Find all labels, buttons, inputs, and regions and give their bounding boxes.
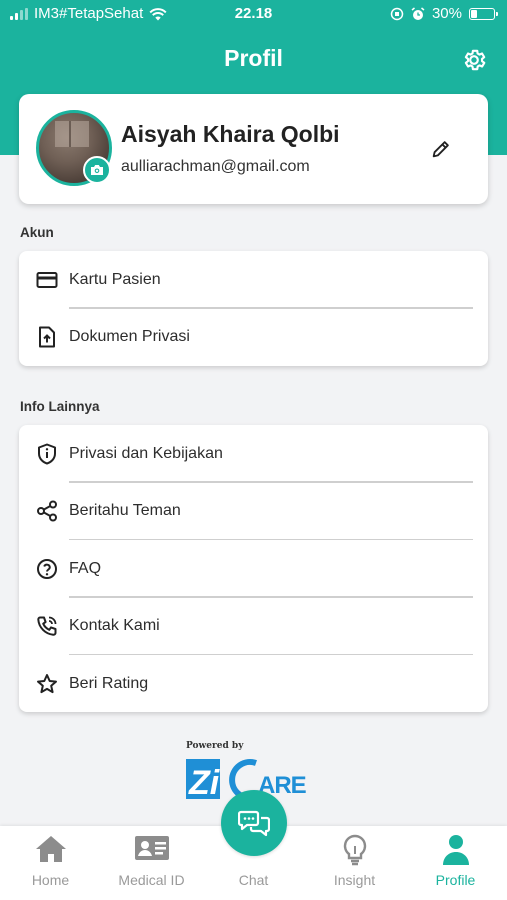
nav-label: Home xyxy=(31,872,70,888)
battery-fill xyxy=(471,9,477,18)
alarm-icon xyxy=(411,6,425,20)
nav-item-medical-id[interactable]: Medical ID xyxy=(101,826,202,900)
menu-item-beri-rating[interactable]: Beri Rating xyxy=(19,655,488,713)
nav-label: Chat xyxy=(238,872,269,888)
camera-icon xyxy=(91,165,103,175)
avatar-photo-detail xyxy=(69,121,71,147)
phone-call-icon xyxy=(36,615,58,637)
id-card-icon xyxy=(134,836,169,860)
pencil-icon[interactable] xyxy=(430,138,452,160)
status-icons: 30% xyxy=(390,5,498,22)
avatar-photo-detail xyxy=(55,121,89,147)
chat-button[interactable] xyxy=(221,790,287,856)
menu-item-label: Beri Rating xyxy=(69,674,149,692)
help-circle-icon xyxy=(36,558,58,580)
change-photo-button[interactable] xyxy=(83,156,111,184)
person-icon xyxy=(442,835,469,865)
menu-item-label: Kontak Kami xyxy=(69,617,160,635)
nav-item-home[interactable]: Home xyxy=(0,826,101,900)
lightbulb-icon xyxy=(343,834,366,866)
share-icon xyxy=(36,500,58,522)
shield-icon xyxy=(36,443,58,465)
home-icon xyxy=(35,836,66,862)
document-upload-icon xyxy=(36,326,58,348)
nav-label: Insight xyxy=(333,872,376,888)
account-menu-card: Kartu Pasien Dokumen Privasi xyxy=(19,251,488,366)
menu-item-privasi-kebijakan[interactable]: Privasi dan Kebijakan xyxy=(19,425,488,483)
menu-item-label: Kartu Pasien xyxy=(69,270,161,288)
gear-icon[interactable] xyxy=(461,47,487,73)
nav-item-profile[interactable]: Profile xyxy=(405,826,506,900)
nav-label: Profile xyxy=(435,872,476,888)
menu-item-beritahu-teman[interactable]: Beritahu Teman xyxy=(19,483,488,541)
battery-percent: 30% xyxy=(431,5,462,22)
menu-item-label: Privasi dan Kebijakan xyxy=(69,444,223,462)
nav-item-insight[interactable]: Insight xyxy=(304,826,405,900)
menu-item-kartu-pasien[interactable]: Kartu Pasien xyxy=(19,251,488,309)
star-icon xyxy=(36,673,58,695)
other-menu-card: Privasi dan Kebijakan Beritahu Teman FAQ… xyxy=(19,425,488,712)
page-title: Profil xyxy=(224,45,283,71)
section-label-other: Info Lainnya xyxy=(20,399,100,414)
status-bar: IM3#TetapSehat 22.18 30% xyxy=(0,0,507,28)
powered-by-text: Powered by xyxy=(186,741,244,751)
menu-item-label: FAQ xyxy=(69,559,102,577)
profile-email: aulliarachman@gmail.com xyxy=(121,158,310,175)
chat-icon xyxy=(238,810,270,837)
menu-item-kontak-kami[interactable]: Kontak Kami xyxy=(19,598,488,656)
profile-card: Aisyah Khaira Qolbi aulliarachman@gmail.… xyxy=(19,94,488,204)
menu-item-label: Dokumen Privasi xyxy=(69,328,190,346)
battery-icon xyxy=(469,7,498,20)
orientation-lock-icon xyxy=(390,7,404,20)
profile-name: Aisyah Khaira Qolbi xyxy=(121,121,340,147)
menu-item-dokumen-privasi[interactable]: Dokumen Privasi xyxy=(19,309,488,367)
menu-item-faq[interactable]: FAQ xyxy=(19,540,488,598)
menu-item-label: Beritahu Teman xyxy=(69,502,181,520)
svg-text:Zi: Zi xyxy=(188,764,221,802)
nav-label: Medical ID xyxy=(118,872,185,888)
credit-card-icon xyxy=(36,269,58,291)
section-label-account: Akun xyxy=(20,225,54,240)
